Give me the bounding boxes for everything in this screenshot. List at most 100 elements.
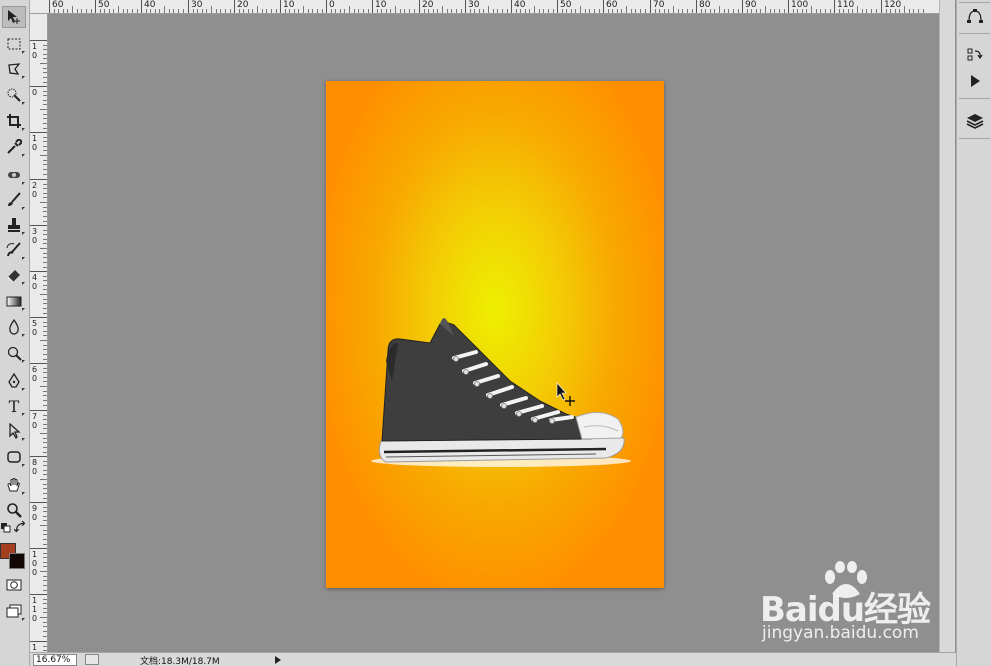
pen-tool-icon[interactable] <box>2 370 26 392</box>
ruler-top-minor-tick <box>548 9 549 13</box>
ruler-left-label: 120 <box>32 643 38 652</box>
gradient-tool-icon[interactable] <box>2 290 26 312</box>
ruler-left-minor-tick <box>40 155 47 156</box>
ruler-top-minor-tick <box>63 9 64 13</box>
ruler-top-minor-tick <box>381 9 382 13</box>
blur-tool-icon[interactable] <box>2 316 26 338</box>
ruler-left-tick: 60 <box>30 363 47 383</box>
clone-stamp-tool-icon[interactable] <box>2 214 26 236</box>
paths-icon[interactable] <box>963 5 987 27</box>
ruler-left-minor-tick <box>40 109 47 110</box>
ruler-left-minor-tick <box>43 253 47 254</box>
ruler-top-tick: 80 <box>696 0 710 13</box>
brush-tool-icon[interactable] <box>2 189 26 211</box>
ruler-left-minor-tick <box>43 424 47 425</box>
ruler-top-minor-tick <box>206 9 207 13</box>
zoom-tool-icon[interactable] <box>2 499 26 521</box>
ruler-top-minor-tick <box>774 9 775 13</box>
ruler-left-tick: 70 <box>30 410 47 430</box>
ruler-left-minor-tick <box>43 419 47 420</box>
ruler-left-minor-tick <box>43 169 47 170</box>
ruler-top-minor-tick <box>340 9 341 13</box>
ruler-left-minor-tick <box>43 461 47 462</box>
status-menu-arrow-icon[interactable] <box>272 654 284 666</box>
horizontal-ruler[interactable]: 60 50 40 30 20 10 0 10 20 30 40 50 60 70 80 90 100 110 120 <box>30 0 943 14</box>
lasso-tool-icon[interactable] <box>2 58 26 80</box>
ruler-top-minor-tick <box>225 9 226 13</box>
move-tool-icon[interactable] <box>2 6 26 28</box>
ruler-left-minor-tick <box>43 146 47 147</box>
ruler-top-minor-tick <box>534 6 535 13</box>
ruler-top-minor-tick <box>493 9 494 13</box>
ruler-left-minor-tick <box>43 150 47 151</box>
ruler-top-minor-tick <box>760 9 761 13</box>
ruler-top-minor-tick <box>456 9 457 13</box>
eraser-tool-icon[interactable] <box>2 264 26 286</box>
actions-play-icon[interactable] <box>963 70 987 92</box>
ruler-left-label: 40 <box>32 273 38 291</box>
spot-healing-tool-icon[interactable] <box>2 164 26 186</box>
ruler-top-tick: 20 <box>234 0 248 13</box>
eyedropper-tool-icon[interactable] <box>2 136 26 158</box>
ruler-top-minor-tick <box>289 9 290 13</box>
ruler-left-minor-tick <box>43 174 47 175</box>
shape-tool-icon[interactable] <box>2 446 26 468</box>
ruler-top-minor-tick <box>335 9 336 13</box>
vertical-ruler[interactable]: 100102030405060708090100110120 <box>30 14 48 652</box>
ruler-top-minor-tick <box>673 6 674 13</box>
quick-selection-tool-icon[interactable] <box>2 84 26 106</box>
ruler-left-minor-tick <box>43 114 47 115</box>
ruler-left-minor-tick <box>43 313 47 314</box>
ruler-left-minor-tick <box>43 580 47 581</box>
ruler-left-minor-tick <box>43 438 47 439</box>
ruler-left-minor-tick <box>43 520 47 521</box>
vertical-scrollbar[interactable] <box>939 0 955 652</box>
ruler-top-minor-tick <box>123 9 124 13</box>
layers-icon[interactable] <box>963 110 987 132</box>
default-colors-icon[interactable] <box>0 522 12 534</box>
dodge-tool-icon[interactable] <box>2 342 26 364</box>
ruler-left-minor-tick <box>40 294 47 295</box>
hand-tool-icon[interactable] <box>2 474 26 496</box>
ruler-top-minor-tick <box>502 9 503 13</box>
ruler-left-tick: 10 <box>30 40 47 60</box>
swap-colors-icon[interactable] <box>14 520 28 534</box>
ruler-top-minor-tick <box>608 9 609 13</box>
ruler-top-minor-tick <box>857 6 858 13</box>
ruler-top-minor-tick <box>479 9 480 13</box>
history-brush-tool-icon[interactable] <box>2 239 26 261</box>
screen-mode-icon[interactable] <box>2 600 26 622</box>
ruler-left-label: 90 <box>32 504 38 522</box>
tools-panel: T <box>0 0 30 666</box>
ruler-top-minor-tick <box>159 9 160 13</box>
ruler-left-minor-tick <box>43 608 47 609</box>
ruler-top-minor-tick <box>621 9 622 13</box>
ruler-left-minor-tick <box>43 216 47 217</box>
ruler-top-minor-tick <box>862 9 863 13</box>
history-icon[interactable] <box>963 44 987 66</box>
status-preview-icon[interactable] <box>85 654 99 665</box>
ruler-top-minor-tick <box>520 9 521 13</box>
background-color-swatch[interactable] <box>9 553 25 569</box>
ruler-top-minor-tick <box>793 9 794 13</box>
ruler-left-minor-tick <box>40 340 47 341</box>
crop-tool-icon[interactable] <box>2 110 26 132</box>
ruler-left-minor-tick <box>43 239 47 240</box>
ruler-left-label: 70 <box>32 412 38 430</box>
ruler-left-tick: 120 <box>30 641 47 652</box>
ruler-top-minor-tick <box>871 9 872 13</box>
path-selection-tool-icon[interactable] <box>2 420 26 442</box>
zoom-field[interactable]: 16.67% <box>33 654 77 666</box>
ruler-left-minor-tick <box>43 49 47 50</box>
ruler-left-minor-tick <box>43 493 47 494</box>
ruler-top-minor-tick <box>150 9 151 13</box>
ruler-top-minor-tick <box>211 6 212 13</box>
document-canvas[interactable] <box>326 81 664 588</box>
baidu-jingyan-watermark: Baidu经验 jingyan.baidu.com <box>760 560 940 645</box>
marquee-tool-icon[interactable] <box>2 33 26 55</box>
quick-mask-icon[interactable] <box>2 574 26 596</box>
type-tool-icon[interactable]: T <box>2 395 26 417</box>
ruler-left-minor-tick <box>43 650 47 651</box>
ruler-top-minor-tick <box>197 9 198 13</box>
ruler-top-minor-tick <box>553 9 554 13</box>
